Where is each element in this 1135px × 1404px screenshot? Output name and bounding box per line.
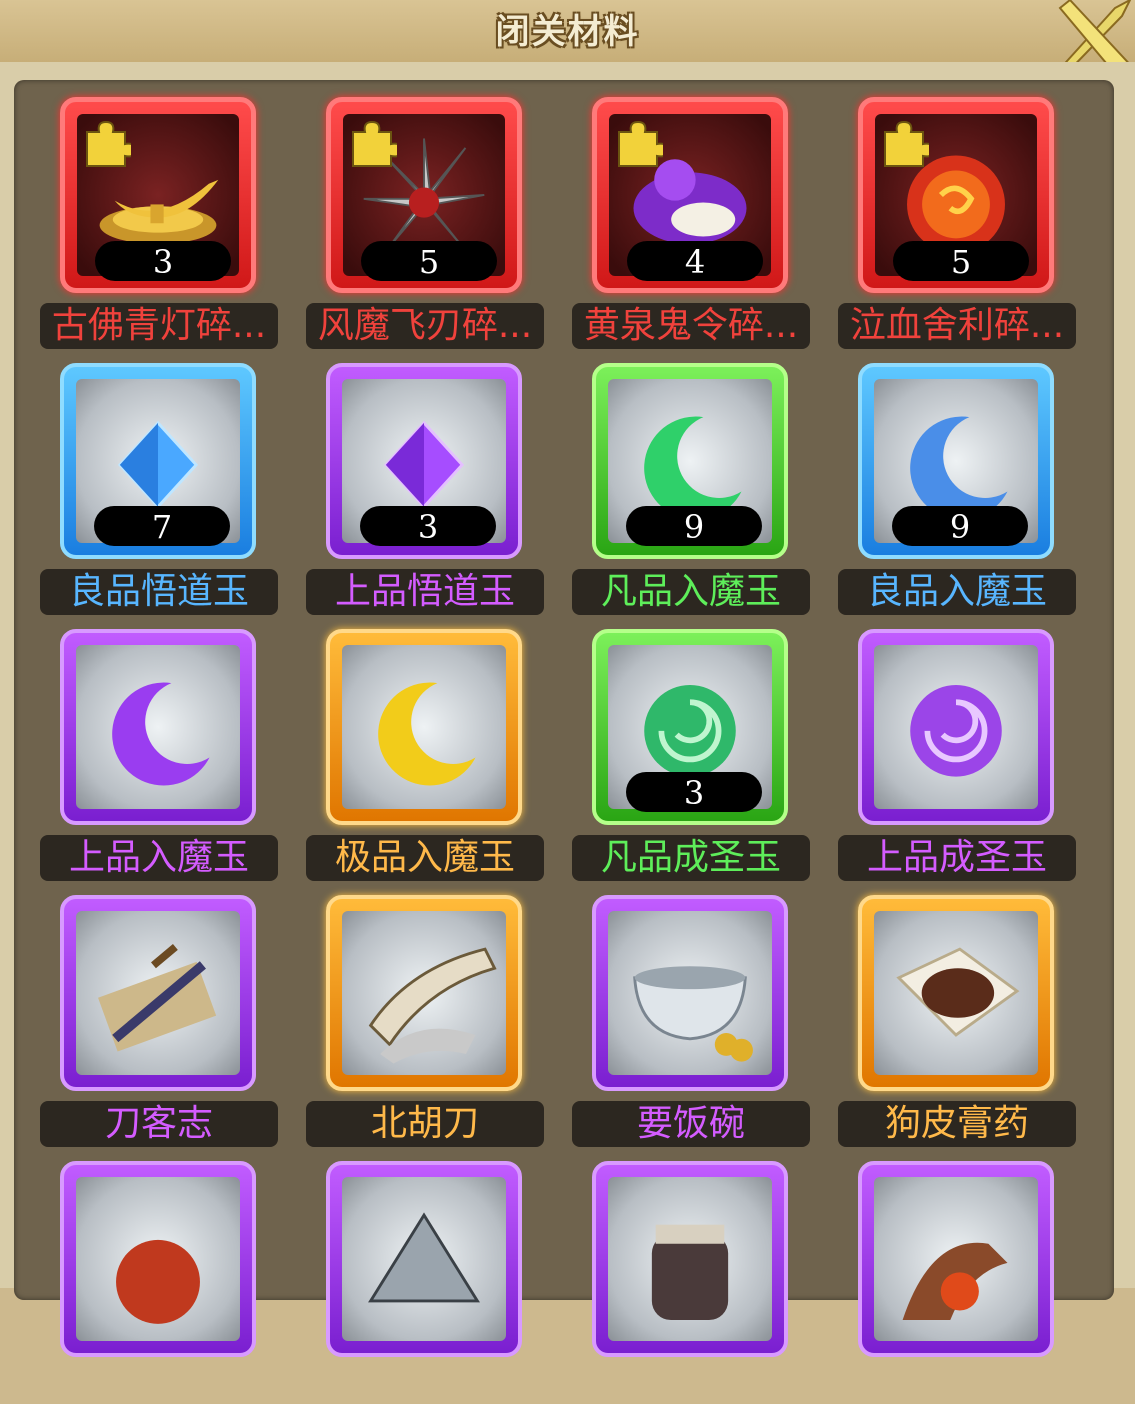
item-count: 4 [627, 241, 763, 281]
item-slot-purple[interactable]: 3 [326, 363, 522, 559]
item-slot-green[interactable]: 9 [592, 363, 788, 559]
material-item[interactable]: 上品入魔玉 [30, 612, 290, 881]
item-count: 7 [94, 506, 230, 546]
item-count: 9 [892, 506, 1028, 546]
item-slot-purple[interactable] [592, 895, 788, 1091]
drum-pot-icon [651, 1224, 729, 1321]
item-slot-purple[interactable] [858, 1161, 1054, 1357]
material-item[interactable]: 3 古佛青灯碎... [30, 80, 290, 349]
item-slot-purple[interactable] [60, 629, 256, 825]
item-slot-purple[interactable] [60, 1161, 256, 1357]
item-icon-frame [76, 645, 240, 809]
fragment-puzzle-icon [613, 120, 669, 170]
item-slot-blue[interactable]: 7 [60, 363, 256, 559]
material-item[interactable]: 刀客志 [30, 878, 290, 1147]
plaster-icon [896, 947, 1020, 1037]
item-slot-orange[interactable] [326, 629, 522, 825]
item-name-label: 良品悟道玉 [40, 569, 278, 615]
item-count: 5 [893, 241, 1029, 281]
item-count: 3 [95, 241, 231, 281]
item-slot-red[interactable]: 5 [858, 97, 1054, 293]
item-icon-frame [874, 645, 1038, 809]
item-icon-frame [76, 1177, 240, 1341]
material-item[interactable]: 5 泣血舍利碎... [828, 80, 1088, 349]
material-item[interactable]: 极品入魔玉 [296, 612, 556, 881]
beggar-bowl-icon [633, 966, 753, 1062]
item-name-label: 北胡刀 [306, 1101, 544, 1147]
material-item[interactable] [828, 1144, 1088, 1404]
material-item[interactable]: 北胡刀 [296, 878, 556, 1147]
purple-swirl-icon [910, 685, 1002, 777]
item-slot-orange[interactable] [326, 895, 522, 1091]
item-name-label: 凡品成圣玉 [572, 835, 810, 881]
fragment-puzzle-icon [81, 120, 137, 170]
item-slot-green[interactable]: 3 [592, 629, 788, 825]
item-name-label: 上品成圣玉 [838, 835, 1076, 881]
fragment-puzzle-icon [879, 120, 935, 170]
item-slot-purple[interactable] [326, 1161, 522, 1357]
item-icon-frame [342, 645, 506, 809]
item-name-label: 刀客志 [40, 1101, 278, 1147]
material-item[interactable]: 5 风魔飞刃碎... [296, 80, 556, 349]
sword-book-icon [98, 944, 217, 1052]
material-item[interactable]: 7 良品悟道玉 [30, 346, 290, 615]
red-orb-icon [116, 1239, 200, 1324]
item-name-label: 上品入魔玉 [40, 835, 278, 881]
item-name-label: 良品入魔玉 [838, 569, 1076, 615]
item-count: 3 [360, 506, 496, 546]
item-slot-orange[interactable] [858, 895, 1054, 1091]
item-slot-purple[interactable] [592, 1161, 788, 1357]
item-name-label: 狗皮膏药 [838, 1101, 1076, 1147]
material-item[interactable] [562, 1144, 822, 1404]
item-slot-red[interactable]: 4 [592, 97, 788, 293]
material-item[interactable] [30, 1144, 290, 1404]
item-icon-frame [342, 1177, 506, 1341]
material-item[interactable]: 上品成圣玉 [828, 612, 1088, 881]
item-name-label: 要饭碗 [572, 1101, 810, 1147]
gold-crescent-icon [378, 682, 476, 786]
item-count: 5 [361, 241, 497, 281]
material-item[interactable]: 狗皮膏药 [828, 878, 1088, 1147]
purple-crescent-icon [112, 682, 210, 786]
item-icon-frame [874, 1177, 1038, 1341]
material-item[interactable]: 9 凡品入魔玉 [562, 346, 822, 615]
item-icon-frame [608, 911, 772, 1075]
item-icon-frame [342, 911, 506, 1075]
horn-blade-icon [368, 947, 497, 1064]
material-item[interactable] [296, 1144, 556, 1404]
item-slot-red[interactable]: 5 [326, 97, 522, 293]
item-name-label: 古佛青灯碎... [40, 303, 278, 349]
item-name-label: 上品悟道玉 [306, 569, 544, 615]
item-icon-frame [76, 911, 240, 1075]
demon-claw-icon [902, 1242, 1008, 1321]
item-icon-frame [874, 911, 1038, 1075]
fragment-puzzle-icon [347, 120, 403, 170]
material-item[interactable]: 3 上品悟道玉 [296, 346, 556, 615]
steel-fan-icon [368, 1212, 480, 1303]
material-item[interactable]: 4 黄泉鬼令碎... [562, 80, 822, 349]
item-name-label: 极品入魔玉 [306, 835, 544, 881]
item-slot-purple[interactable] [858, 629, 1054, 825]
title-bar: 闭关材料 [0, 0, 1135, 65]
item-name-label: 风魔飞刃碎... [306, 303, 544, 349]
item-name-label: 凡品入魔玉 [572, 569, 810, 615]
item-count: 9 [626, 506, 762, 546]
material-item[interactable]: 要饭碗 [562, 878, 822, 1147]
item-icon-frame [608, 1177, 772, 1341]
item-slot-blue[interactable]: 9 [858, 363, 1054, 559]
material-item[interactable]: 9 良品入魔玉 [828, 346, 1088, 615]
material-item[interactable]: 3 凡品成圣玉 [562, 612, 822, 881]
item-slot-purple[interactable] [60, 895, 256, 1091]
window-title: 闭关材料 [495, 12, 640, 52]
item-count: 3 [626, 772, 762, 812]
item-name-label: 黄泉鬼令碎... [572, 303, 810, 349]
item-slot-red[interactable]: 3 [60, 97, 256, 293]
item-name-label: 泣血舍利碎... [838, 303, 1076, 349]
